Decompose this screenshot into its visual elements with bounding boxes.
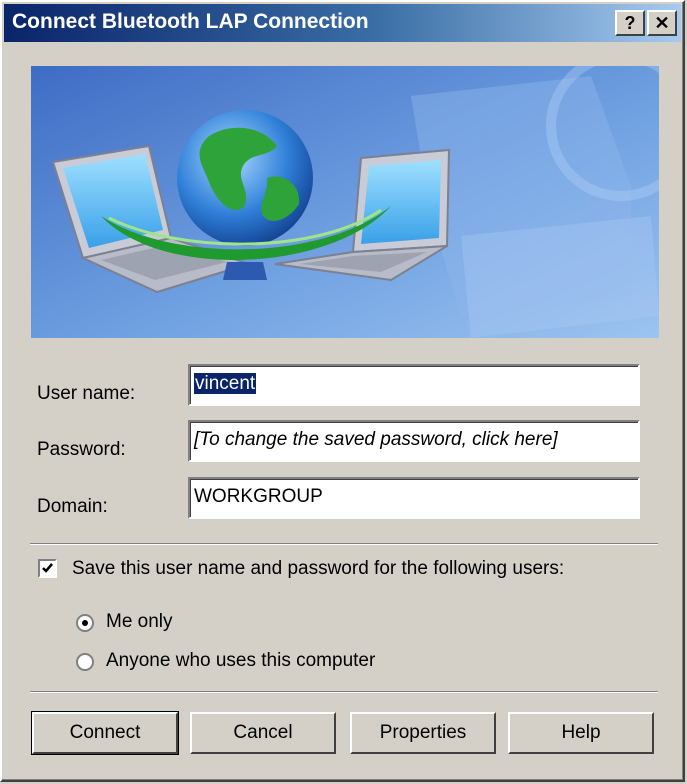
radio-anyone[interactable]	[76, 653, 94, 671]
network-banner-image	[31, 66, 659, 338]
network-globe-icon	[31, 66, 659, 338]
properties-button[interactable]: Properties	[350, 712, 496, 754]
radio-me-only-label: Me only	[106, 611, 173, 632]
save-credentials-checkbox[interactable]	[38, 559, 57, 578]
radio-anyone-label: Anyone who uses this computer	[106, 650, 376, 671]
password-label: Password:	[37, 439, 126, 460]
user-name-value: vincent	[194, 373, 257, 394]
domain-input[interactable]: WORKGROUP	[188, 477, 640, 519]
password-value: [To change the saved password, click her…	[194, 429, 558, 450]
help-title-button[interactable]: ?	[615, 10, 645, 36]
radio-selected-dot	[82, 620, 88, 626]
dialog-window: Connect Bluetooth LAP Connection ? ✕ Use…	[0, 0, 685, 782]
connect-button[interactable]: Connect	[31, 711, 179, 755]
save-credentials-label: Save this user name and password for the…	[72, 558, 565, 579]
domain-value: WORKGROUP	[194, 486, 323, 507]
help-button[interactable]: Help	[508, 712, 654, 754]
radio-me-only[interactable]	[76, 614, 94, 632]
window-title: Connect Bluetooth LAP Connection	[12, 10, 369, 33]
checkmark-icon	[42, 563, 53, 573]
separator	[30, 543, 658, 545]
separator	[30, 691, 658, 693]
user-name-input[interactable]: vincent	[188, 364, 640, 406]
password-input[interactable]: [To change the saved password, click her…	[188, 420, 640, 462]
close-icon: ✕	[654, 13, 670, 33]
domain-label: Domain:	[37, 496, 108, 517]
title-bar[interactable]: Connect Bluetooth LAP Connection ? ✕	[4, 4, 681, 42]
user-name-label: User name:	[37, 383, 136, 404]
cancel-button[interactable]: Cancel	[190, 712, 336, 754]
close-title-button[interactable]: ✕	[647, 10, 677, 36]
question-icon: ?	[624, 13, 636, 33]
